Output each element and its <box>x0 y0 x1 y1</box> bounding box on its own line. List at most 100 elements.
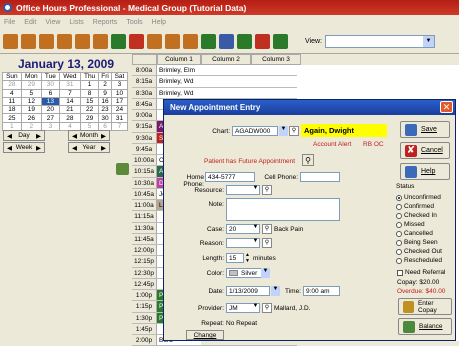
toolbar-icon[interactable] <box>183 33 198 49</box>
calendar-day[interactable]: 28 <box>2 80 22 90</box>
date-field[interactable]: 1/13/2009 <box>226 286 270 296</box>
time-field[interactable]: 9:00 am <box>303 286 340 296</box>
menu-help[interactable]: Help <box>152 19 166 26</box>
calendar-day[interactable]: 28 <box>58 113 82 123</box>
home-phone-field[interactable]: 434-5777 <box>205 172 255 182</box>
calendar-day[interactable]: 1 <box>79 80 100 90</box>
calendar-day[interactable]: 21 <box>58 105 82 115</box>
menu-reports[interactable]: Reports <box>93 19 118 26</box>
calendar-day[interactable]: 25 <box>2 113 22 123</box>
view-select[interactable]: ▼ <box>325 34 435 48</box>
calendar-day[interactable]: 29 <box>20 80 43 90</box>
calendar-day[interactable]: 31 <box>110 113 129 123</box>
chevron-right-icon[interactable]: ▶ <box>36 144 41 152</box>
length-spinner[interactable]: ▲ ▼ <box>245 252 251 264</box>
radio-dot[interactable] <box>396 257 402 264</box>
close-icon[interactable]: ✕ <box>440 101 453 113</box>
calculator-icon[interactable] <box>116 163 129 175</box>
chevron-down-icon[interactable]: ▼ <box>251 224 260 234</box>
save-button[interactable]: Save <box>400 121 450 138</box>
calendar-day[interactable]: 16 <box>98 96 112 107</box>
toolbar-icon[interactable] <box>237 33 252 49</box>
calendar-day[interactable]: 26 <box>20 113 43 123</box>
toolbar-icon[interactable] <box>39 33 54 49</box>
search-icon[interactable]: ⚲ <box>262 238 272 248</box>
note-field[interactable] <box>226 198 340 221</box>
calendar-day[interactable]: 7 <box>58 88 82 98</box>
radio-dot[interactable] <box>396 203 402 210</box>
chevron-down-icon[interactable]: ▼ <box>261 268 270 278</box>
chevron-down-icon[interactable]: ▼ <box>423 35 434 47</box>
chevron-right-icon[interactable]: ▶ <box>101 144 106 152</box>
calendar-day[interactable]: 13 <box>41 96 60 107</box>
calendar-day[interactable]: 24 <box>110 105 129 115</box>
chevron-down-icon[interactable]: ▼ <box>251 238 260 248</box>
chevron-down-icon[interactable]: ▼ <box>279 126 288 136</box>
toolbar-icon[interactable] <box>3 33 18 49</box>
checkbox-box[interactable] <box>397 269 403 276</box>
menu-file[interactable]: File <box>4 19 15 26</box>
search-icon[interactable]: ⚲ <box>302 154 314 166</box>
time-slot-row[interactable]: 8:00a Brimley, Elm <box>132 65 297 77</box>
year-nav[interactable]: ◀ Year ▶ <box>68 142 110 153</box>
menu-tools[interactable]: Tools <box>126 19 142 26</box>
cell-phone-field[interactable] <box>300 172 340 182</box>
time-slot-row[interactable]: 8:30a Brimley, Wd <box>132 87 297 99</box>
week-nav[interactable]: ◀ Week ▶ <box>3 142 45 153</box>
status-radio[interactable]: Missed <box>396 220 454 229</box>
calendar-day[interactable]: 14 <box>58 96 82 107</box>
calendar-day[interactable]: 18 <box>2 105 22 115</box>
day-nav[interactable]: ◀ Day ▶ <box>3 130 45 141</box>
radio-dot[interactable] <box>396 194 402 201</box>
calendar-day[interactable]: 7 <box>110 121 129 132</box>
calendar-day[interactable]: 30 <box>41 80 60 90</box>
chart-field[interactable]: AGADW000 <box>232 126 278 136</box>
chevron-right-icon[interactable]: ▶ <box>36 132 41 140</box>
menu-lists[interactable]: Lists <box>69 19 83 26</box>
chevron-left-icon[interactable]: ◀ <box>72 144 77 152</box>
radio-dot[interactable] <box>396 230 402 237</box>
toolbar-icon[interactable] <box>165 33 180 49</box>
radio-dot[interactable] <box>396 239 402 246</box>
need-referral-checkbox[interactable]: Need Referral <box>397 269 445 276</box>
search-icon[interactable]: ⚲ <box>262 185 272 195</box>
calendar-day[interactable]: 29 <box>79 113 100 123</box>
calendar-day[interactable]: 12 <box>20 96 43 107</box>
calendar-day[interactable]: 15 <box>79 96 100 107</box>
radio-dot[interactable] <box>396 221 402 228</box>
status-radio[interactable]: Confirmed <box>396 202 454 211</box>
calendar-day[interactable]: 17 <box>110 96 129 107</box>
help-button[interactable]: Help <box>400 163 450 180</box>
chevron-down-icon[interactable]: ▼ <box>271 286 280 296</box>
toolbar-icon[interactable] <box>75 33 90 49</box>
chevron-left-icon[interactable]: ◀ <box>7 144 12 152</box>
toolbar-icon[interactable] <box>147 33 162 49</box>
chevron-down-icon[interactable]: ▼ <box>251 185 260 195</box>
search-icon[interactable]: ⚲ <box>262 224 272 234</box>
calendar-day[interactable]: 27 <box>41 113 60 123</box>
toolbar-icon[interactable] <box>93 33 108 49</box>
enter-copay-button[interactable]: Enter Copay <box>398 298 452 315</box>
balance-button[interactable]: Balance <box>398 318 452 335</box>
menu-view[interactable]: View <box>45 19 60 26</box>
status-radio[interactable]: Checked In <box>396 211 454 220</box>
calendar-day[interactable]: 6 <box>41 88 60 98</box>
calendar-day[interactable]: 2 <box>98 80 112 90</box>
calendar-day[interactable]: 19 <box>20 105 43 115</box>
toolbar-icon[interactable] <box>21 33 36 49</box>
status-radio[interactable]: Unconfirmed <box>396 193 454 202</box>
chevron-left-icon[interactable]: ◀ <box>72 132 77 140</box>
calendar-day[interactable]: 11 <box>2 96 22 107</box>
toolbar-icon[interactable] <box>273 33 288 49</box>
change-button[interactable]: Change <box>186 330 224 340</box>
calendar-day[interactable]: 10 <box>110 88 129 98</box>
radio-dot[interactable] <box>396 248 402 255</box>
toolbar-icon[interactable] <box>111 33 126 49</box>
chevron-left-icon[interactable]: ◀ <box>7 132 12 140</box>
appointment-cell[interactable]: Brimley, Wd <box>157 87 201 98</box>
status-radio[interactable]: Being Seen <box>396 238 454 247</box>
chevron-right-icon[interactable]: ▶ <box>101 132 106 140</box>
length-field[interactable]: 15 <box>226 253 244 263</box>
toolbar-icon[interactable] <box>57 33 72 49</box>
month-nav[interactable]: ◀ Month ▶ <box>68 130 110 141</box>
